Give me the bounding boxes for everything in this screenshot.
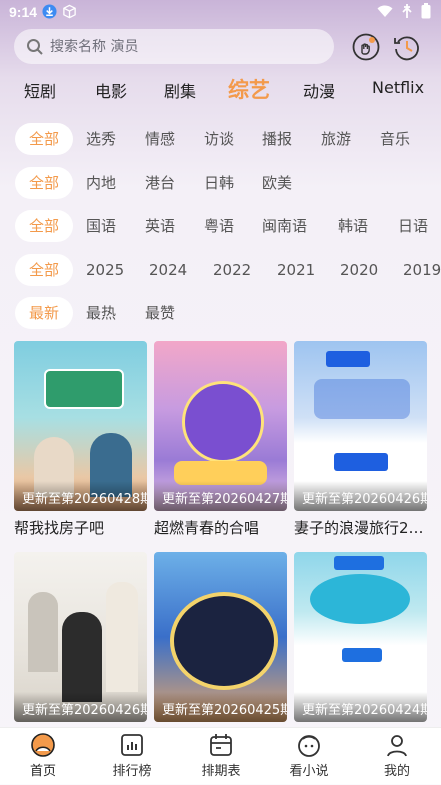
card-title: 妻子的浪漫旅行2026 [294,519,427,537]
filter-year-item[interactable]: 2025 [86,254,124,286]
content-card[interactable]: 更新至第20260426期 妻子的浪漫旅行2026 [294,341,427,538]
update-status: 更新至第20260425期 [162,703,287,718]
card-title: 超燃青春的合唱 [154,519,260,537]
tab-anime[interactable]: 动漫 [303,78,335,102]
nav-label: 我的 [383,764,410,779]
nav-schedule[interactable]: 排期表 [181,732,261,779]
download-icon [42,4,57,19]
filter-genre-item[interactable]: 情感 [145,123,175,155]
update-status: 更新至第20260426期 [302,492,427,507]
filter-language-item[interactable]: 韩语 [338,210,368,242]
filter-genre-item[interactable]: 播报 [262,123,292,155]
content-card[interactable]: 更新至第20260424期 [294,552,427,722]
filter-genre-item[interactable]: 音乐 [380,123,410,155]
chart-icon [121,734,143,756]
status-bar: 9:14 [0,0,441,24]
update-status: 更新至第20260426期 [22,703,147,718]
status-time: 9:14 [9,4,38,20]
nav-novels[interactable]: 看小说 [269,732,349,779]
search-icon [27,38,43,55]
poster-image: 更新至第20260426期 [294,341,427,511]
filter-language-item[interactable]: 闽南语 [262,210,307,242]
poster-image: 更新至第20260425期 [154,552,287,722]
filter-language-item[interactable]: 英语 [145,210,175,242]
filter-genre-item[interactable]: 选秀 [86,123,116,155]
content-card[interactable]: 更新至第20260428期 帮我找房子吧 [14,341,147,538]
content-card[interactable]: 更新至第20260426期 [14,552,147,722]
update-status: 更新至第20260424期 [302,703,427,718]
search-input[interactable] [48,37,312,56]
filter-year-item[interactable]: 2021 [277,254,315,286]
tab-movie[interactable]: 电影 [95,78,127,102]
sort-filter: 最新 最热 最赞 [0,297,441,329]
nav-label: 首页 [29,764,56,779]
filter-region-item[interactable]: 内地 [86,167,116,199]
filter-region-item[interactable]: 港台 [145,167,175,199]
filter-genre-item[interactable]: 访谈 [204,123,234,155]
search-bar[interactable] [14,29,334,64]
user-icon [387,735,407,757]
nav-label: 看小说 [289,764,329,779]
nav-label: 排行榜 [112,764,152,779]
filter-year-item[interactable]: 2024 [149,254,187,286]
home-icon [31,733,55,757]
tab-netflix[interactable]: Netflix [372,78,424,97]
filter-year-item[interactable]: 2019 [403,254,441,286]
bottom-navigation: 首页 排行榜 排期表 看小说 我的 [0,727,441,785]
filter-language-item[interactable]: 粤语 [204,210,234,242]
content-card[interactable]: 更新至第20260427期 超燃青春的合唱 [154,341,287,538]
filter-language-item[interactable]: 国语 [86,210,116,242]
update-status: 更新至第20260427期 [162,492,287,507]
history-gesture-icon[interactable] [352,33,380,61]
language-filter: 全部 国语 英语 粤语 闽南语 韩语 日语 [0,210,441,242]
filter-year-item[interactable]: 2020 [340,254,378,286]
filter-region-all[interactable]: 全部 [15,167,73,199]
nav-label: 排期表 [201,764,241,779]
year-filter: 全部 2025 2024 2022 2021 2020 2019 [0,254,441,286]
filter-region-item[interactable]: 欧美 [262,167,292,199]
update-status: 更新至第20260428期 [22,492,147,507]
sort-latest[interactable]: 最新 [15,297,73,329]
tab-variety[interactable]: 综艺 [228,74,270,104]
tab-series[interactable]: 剧集 [164,78,196,102]
poster-image: 更新至第20260428期 [14,341,147,511]
region-filter: 全部 内地 港台 日韩 欧美 [0,167,441,199]
filter-language-item[interactable]: 日语 [398,210,428,242]
record-history-icon[interactable] [393,33,421,61]
cube-icon [63,4,76,19]
poster-image: 更新至第20260424期 [294,552,427,722]
filter-region-item[interactable]: 日韩 [204,167,234,199]
signal-icon [402,4,412,18]
nav-ranking[interactable]: 排行榜 [92,732,172,779]
wifi-icon [377,5,393,17]
book-face-icon [298,735,320,757]
filter-year-item[interactable]: 2022 [213,254,251,286]
genre-filter: 全部 选秀 情感 访谈 播报 旅游 音乐 [0,123,441,155]
card-title: 帮我找房子吧 [14,519,105,537]
sort-hottest[interactable]: 最热 [86,297,116,329]
tab-short-drama[interactable]: 短剧 [24,78,56,102]
category-tabs: 短剧 电影 剧集 综艺 动漫 Netflix [0,72,441,108]
nav-profile[interactable]: 我的 [357,732,437,779]
filter-year-all[interactable]: 全部 [15,254,73,286]
filter-genre-item[interactable]: 旅游 [321,123,351,155]
content-card[interactable]: 更新至第20260425期 [154,552,287,722]
nav-home[interactable]: 首页 [3,732,83,779]
battery-icon [421,3,431,19]
poster-image: 更新至第20260426期 [14,552,147,722]
filter-language-all[interactable]: 全部 [15,210,73,242]
poster-image: 更新至第20260427期 [154,341,287,511]
filter-genre-all[interactable]: 全部 [15,123,73,155]
calendar-icon [210,734,232,756]
sort-most-liked[interactable]: 最赞 [145,297,175,329]
